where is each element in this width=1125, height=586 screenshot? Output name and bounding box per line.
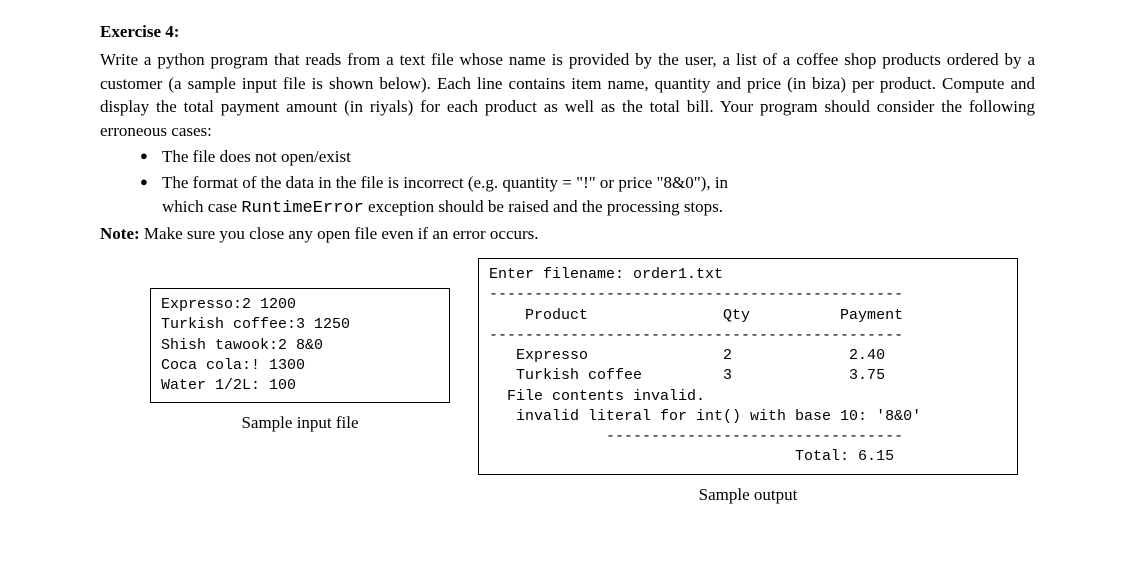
- bullet-item-2: The format of the data in the file is in…: [140, 171, 1035, 221]
- bullet-2-line-2-pre: which case: [162, 197, 241, 216]
- note-label: Note:: [100, 224, 140, 243]
- sample-output-box: Enter filename: order1.txt -------------…: [478, 258, 1018, 475]
- exercise-description: Write a python program that reads from a…: [100, 48, 1035, 143]
- samples-row: Expresso:2 1200 Turkish coffee:3 1250 Sh…: [100, 258, 1035, 506]
- input-caption: Sample input file: [241, 411, 358, 435]
- note-text: Make sure you close any open file even i…: [140, 224, 539, 243]
- bullet-2-line-1: The format of the data in the file is in…: [162, 173, 728, 192]
- bullet-2-line-2-post: exception should be raised and the proce…: [364, 197, 723, 216]
- input-column: Expresso:2 1200 Turkish coffee:3 1250 Sh…: [150, 258, 450, 435]
- output-caption: Sample output: [699, 483, 798, 507]
- output-column: Enter filename: order1.txt -------------…: [478, 258, 1018, 506]
- exercise-title: Exercise 4:: [100, 20, 1035, 44]
- bullet-list: The file does not open/exist The format …: [100, 145, 1035, 220]
- runtime-error-code: RuntimeError: [241, 199, 363, 218]
- sample-input-box: Expresso:2 1200 Turkish coffee:3 1250 Sh…: [150, 288, 450, 403]
- note-line: Note: Make sure you close any open file …: [100, 222, 1035, 246]
- bullet-item-1: The file does not open/exist: [140, 145, 1035, 169]
